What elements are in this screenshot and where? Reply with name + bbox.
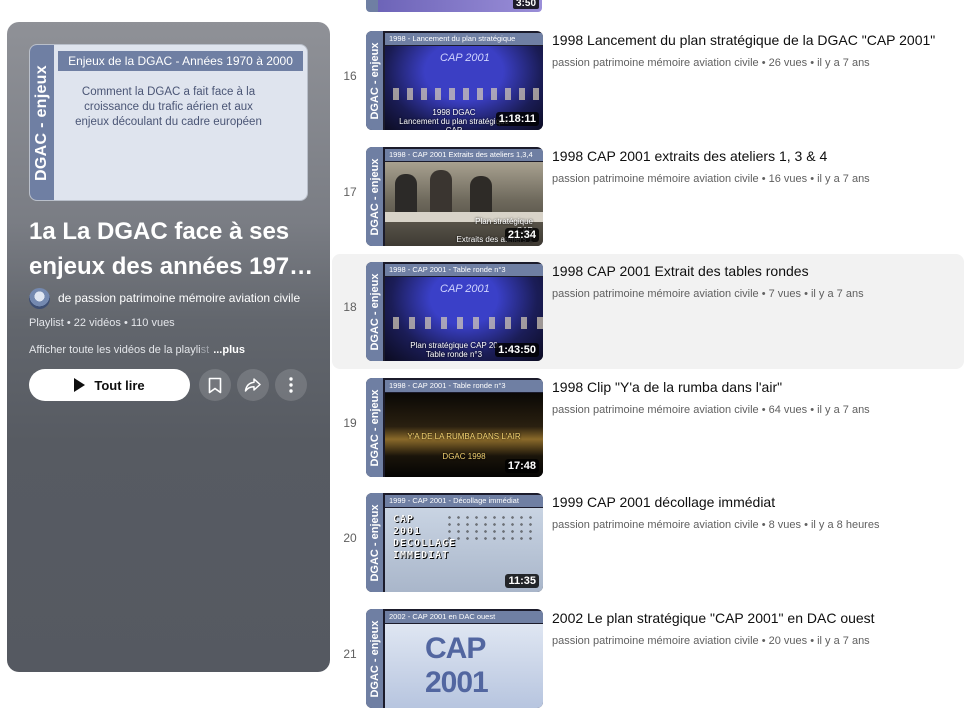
- video-title[interactable]: 1999 CAP 2001 décollage immédiat: [552, 493, 957, 511]
- playlist-title-line-2: enjeux des années 197…: [29, 253, 314, 280]
- playlist-owner[interactable]: de passion patrimoine mémoire aviation c…: [29, 287, 300, 309]
- video-index: 19: [343, 416, 357, 430]
- thumb-label: 1998 - Lancement du plan stratégique: [385, 33, 543, 45]
- thumb-figures: [393, 88, 543, 100]
- more-actions-button[interactable]: [275, 369, 307, 401]
- description-text: Afficher toute les vidéos de la playli: [29, 344, 201, 356]
- video-index: 21: [343, 647, 357, 661]
- playlist-video-item[interactable]: 21 DGAC - enjeux 2002 - CAP 2001 en DAC …: [332, 601, 964, 716]
- video-title[interactable]: 2002 Le plan stratégique "CAP 2001" en D…: [552, 609, 957, 627]
- thumb-birds: [445, 514, 535, 544]
- thumb-logo: CAP 2001: [440, 283, 490, 295]
- partial-video-thumbnail[interactable]: 3:50: [366, 0, 542, 12]
- thumb-logo: CAP 2001: [440, 52, 490, 64]
- video-thumbnail[interactable]: DGAC - enjeux 1999 - CAP 2001 - Décollag…: [366, 493, 543, 592]
- save-playlist-button[interactable]: [199, 369, 231, 401]
- video-index: 20: [343, 531, 357, 545]
- thumb-label: 1999 - CAP 2001 - Décollage immédiat: [385, 495, 543, 507]
- thumb-person: [430, 170, 452, 214]
- video-index: 17: [343, 185, 357, 199]
- playlist-title-line-1: 1a La DGAC face à ses: [29, 218, 290, 245]
- playlist-cover-thumbnail[interactable]: DGAC - enjeux Enjeux de la DGAC - Années…: [29, 44, 308, 201]
- playlist-video-item[interactable]: 17 DGAC - enjeux 1998 - CAP 2001 Extrait…: [332, 139, 964, 254]
- cover-side-strip: DGAC - enjeux: [30, 45, 54, 200]
- video-index: 16: [343, 69, 357, 83]
- video-meta: passion patrimoine mémoire aviation civi…: [552, 635, 870, 647]
- avatar[interactable]: [29, 287, 50, 309]
- video-index: 18: [343, 300, 357, 314]
- thumb-side-text: DGAC - enjeux: [368, 619, 381, 698]
- thumb-figures: [393, 317, 543, 329]
- video-thumbnail[interactable]: DGAC - enjeux 2002 - CAP 2001 en DAC oue…: [366, 609, 543, 708]
- thumb-side-strip: DGAC - enjeux: [366, 31, 383, 130]
- video-meta: passion patrimoine mémoire aviation civi…: [552, 173, 870, 185]
- video-meta: passion patrimoine mémoire aviation civi…: [552, 57, 870, 69]
- video-meta: passion patrimoine mémoire aviation civi…: [552, 519, 880, 531]
- playlist-video-item[interactable]: 19 DGAC - enjeux 1998 - CAP 2001 - Table…: [332, 370, 964, 485]
- video-duration: 3:50: [512, 0, 539, 9]
- thumb-side-strip: DGAC - enjeux: [366, 378, 383, 477]
- description-fade-text: st: [200, 344, 210, 356]
- video-meta: passion patrimoine mémoire aviation civi…: [552, 288, 864, 300]
- video-duration: 1:43:50: [495, 343, 539, 357]
- video-duration: 1:18:11: [495, 112, 539, 126]
- more-vert-icon: [289, 377, 293, 393]
- video-title[interactable]: 1998 CAP 2001 Extrait des tables rondes: [552, 262, 957, 280]
- playlist-title: 1a La DGAC face à ses enjeux des années …: [29, 214, 314, 284]
- thumb-side-text: DGAC - enjeux: [368, 157, 381, 236]
- playlist-video-item[interactable]: 16 DGAC - enjeux 1998 - Lancement du pla…: [332, 23, 964, 138]
- video-title[interactable]: 1998 CAP 2001 extraits des ateliers 1, 3…: [552, 147, 957, 165]
- owner-name[interactable]: de passion patrimoine mémoire aviation c…: [58, 291, 300, 305]
- thumb-side-strip: DGAC - enjeux: [366, 262, 383, 361]
- play-all-button[interactable]: Tout lire: [29, 369, 190, 401]
- cover-body-text: Comment la DGAC a fait face à la croissa…: [75, 86, 262, 128]
- video-duration: 17:48: [504, 459, 539, 473]
- playlist-video-list: 3:50 16 DGAC - enjeux 1998 - Lancement d…: [332, 0, 964, 708]
- playlist-description[interactable]: Afficher toute les vidéos de la playlist…: [29, 344, 245, 356]
- playlist-meta: Playlist • 22 vidéos • 110 vues: [29, 317, 175, 329]
- video-title[interactable]: 1998 Lancement du plan stratégique de la…: [552, 31, 957, 49]
- video-duration: 21:34: [504, 228, 539, 242]
- cover-heading: Enjeux de la DGAC - Années 1970 à 2000: [58, 51, 303, 71]
- thumb-side-text: DGAC - enjeux: [368, 272, 381, 351]
- share-icon: [244, 378, 261, 392]
- thumb-side-text: DGAC - enjeux: [368, 388, 381, 467]
- playlist-video-item[interactable]: 18 DGAC - enjeux 1998 - CAP 2001 - Table…: [332, 254, 964, 369]
- playlist-video-item[interactable]: 20 DGAC - enjeux 1999 - CAP 2001 - Décol…: [332, 485, 964, 600]
- thumb-caption: CAP 2001 DECOLLAGE IMMEDIAT: [393, 514, 457, 561]
- thumb-label: 1998 - CAP 2001 Extraits des ateliers 1,…: [385, 149, 543, 161]
- thumb-side-strip: DGAC - enjeux: [366, 493, 383, 592]
- video-thumbnail[interactable]: DGAC - enjeux 1998 - CAP 2001 - Table ro…: [366, 262, 543, 361]
- play-icon: [74, 378, 86, 392]
- video-meta: passion patrimoine mémoire aviation civi…: [552, 404, 870, 416]
- thumb-side-text: DGAC - enjeux: [368, 41, 381, 120]
- thumb-person: [395, 174, 417, 214]
- thumb-label: 1998 - CAP 2001 - Table ronde n°3: [385, 380, 543, 392]
- share-button[interactable]: [237, 369, 269, 401]
- thumb-side-strip: DGAC - enjeux: [366, 147, 383, 246]
- thumb-side-text: DGAC - enjeux: [368, 503, 381, 582]
- play-all-label: Tout lire: [94, 377, 145, 393]
- video-thumbnail[interactable]: DGAC - enjeux 1998 - CAP 2001 - Table ro…: [366, 378, 543, 477]
- thumb-label: 2002 - CAP 2001 en DAC ouest: [385, 611, 543, 623]
- thumb-side-strip: DGAC - enjeux: [366, 609, 383, 708]
- thumb-label: 1998 - CAP 2001 - Table ronde n°3: [385, 264, 543, 276]
- video-thumbnail[interactable]: DGAC - enjeux 1998 - CAP 2001 Extraits d…: [366, 147, 543, 246]
- video-thumbnail[interactable]: DGAC - enjeux 1998 - Lancement du plan s…: [366, 31, 543, 130]
- thumb-scene: CAP 2001: [385, 624, 543, 708]
- playlist-header-panel: DGAC - enjeux Enjeux de la DGAC - Années…: [7, 22, 330, 672]
- cover-side-text: DGAC - enjeux: [33, 64, 50, 181]
- bookmark-icon: [208, 377, 222, 393]
- more-link[interactable]: ...plus: [213, 344, 245, 356]
- video-title[interactable]: 1998 Clip "Y'a de la rumba dans l'air": [552, 378, 957, 396]
- video-duration: 11:35: [505, 574, 539, 588]
- thumb-logo: CAP 2001: [425, 632, 489, 699]
- thumb-person: [470, 176, 492, 214]
